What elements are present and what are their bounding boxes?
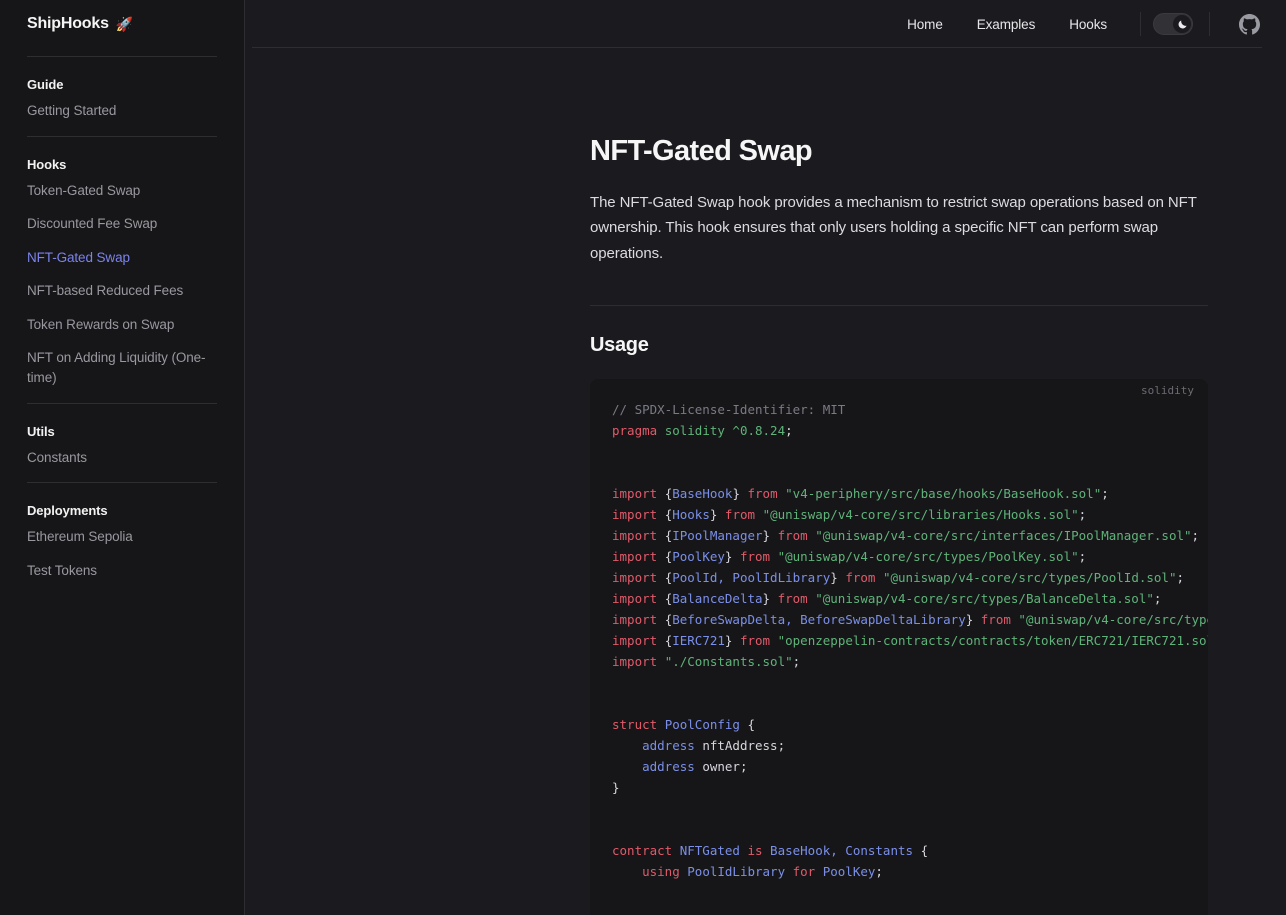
moon-icon bbox=[1178, 19, 1187, 28]
sidebar: ShipHooks 🚀 Guide Getting Started Hooks … bbox=[0, 0, 245, 915]
sidebar-item-discounted-fee-swap[interactable]: Discounted Fee Swap bbox=[27, 207, 217, 241]
top-header: Home Examples Hooks bbox=[245, 0, 1286, 48]
header-divider-left bbox=[1140, 12, 1141, 36]
header-link-examples[interactable]: Examples bbox=[960, 17, 1052, 32]
code-block[interactable]: solidity // SPDX-License-Identifier: MIT… bbox=[590, 379, 1208, 915]
app-root: ShipHooks 🚀 Guide Getting Started Hooks … bbox=[0, 0, 1286, 915]
header-divider-right bbox=[1209, 12, 1210, 36]
brand-logo[interactable]: ShipHooks 🚀 bbox=[0, 0, 244, 48]
rocket-icon: 🚀 bbox=[115, 16, 134, 32]
sidebar-nav: Guide Getting Started Hooks Token-Gated … bbox=[0, 57, 244, 587]
theme-toggle[interactable] bbox=[1153, 13, 1193, 35]
header-nav: Home Examples Hooks bbox=[890, 0, 1262, 48]
page-intro: The NFT-Gated Swap hook provides a mecha… bbox=[590, 193, 1197, 263]
section-heading-usage: Usage bbox=[590, 334, 649, 357]
document-article: NFT-Gated Swap The NFT-Gated Swap hook p… bbox=[590, 133, 1208, 915]
section-divider bbox=[590, 305, 1208, 307]
header-link-hooks[interactable]: Hooks bbox=[1052, 17, 1124, 32]
sidebar-item-nft-based-reduced-fees[interactable]: NFT-based Reduced Fees bbox=[27, 274, 217, 308]
sidebar-item-token-rewards-on-swap[interactable]: Token Rewards on Swap bbox=[27, 308, 217, 342]
sidebar-group-hooks: Hooks Token-Gated Swap Discounted Fee Sw… bbox=[0, 137, 244, 395]
sidebar-item-nft-on-adding-liquidity[interactable]: NFT on Adding Liquidity (One-time) bbox=[27, 341, 217, 394]
sidebar-group-title: Deployments bbox=[27, 503, 108, 519]
brand-name: ShipHooks bbox=[27, 15, 109, 32]
sidebar-group-title: Guide bbox=[27, 77, 64, 92]
code-language-label: solidity bbox=[1141, 384, 1194, 398]
sidebar-item-ethereum-sepolia[interactable]: Ethereum Sepolia bbox=[27, 520, 217, 554]
content-body: NFT-Gated Swap The NFT-Gated Swap hook p… bbox=[245, 48, 1286, 915]
sidebar-group-guide: Guide Getting Started bbox=[0, 57, 244, 128]
sidebar-item-getting-started[interactable]: Getting Started bbox=[27, 94, 217, 128]
page-title: NFT-Gated Swap bbox=[590, 135, 813, 167]
sidebar-group-utils: Utils Constants bbox=[0, 404, 244, 475]
sidebar-item-constants[interactable]: Constants bbox=[27, 441, 217, 475]
github-link[interactable] bbox=[1236, 11, 1262, 37]
sidebar-group-title: Hooks bbox=[27, 156, 67, 172]
github-icon bbox=[1238, 13, 1260, 34]
sidebar-group-deployments: Deployments Ethereum Sepolia Test Tokens bbox=[0, 483, 244, 587]
sidebar-item-nft-gated-swap[interactable]: NFT-Gated Swap bbox=[27, 241, 217, 275]
main-area: Home Examples Hooks NFT-Gated Swap The N… bbox=[245, 0, 1286, 915]
sidebar-item-test-tokens[interactable]: Test Tokens bbox=[27, 554, 217, 588]
header-link-home[interactable]: Home bbox=[890, 17, 960, 32]
sidebar-item-token-gated-swap[interactable]: Token-Gated Swap bbox=[27, 174, 217, 208]
sidebar-group-title: Utils bbox=[27, 423, 55, 439]
code-content: // SPDX-License-Identifier: MIT pragma s… bbox=[612, 402, 1208, 880]
theme-toggle-knob bbox=[1173, 15, 1191, 33]
